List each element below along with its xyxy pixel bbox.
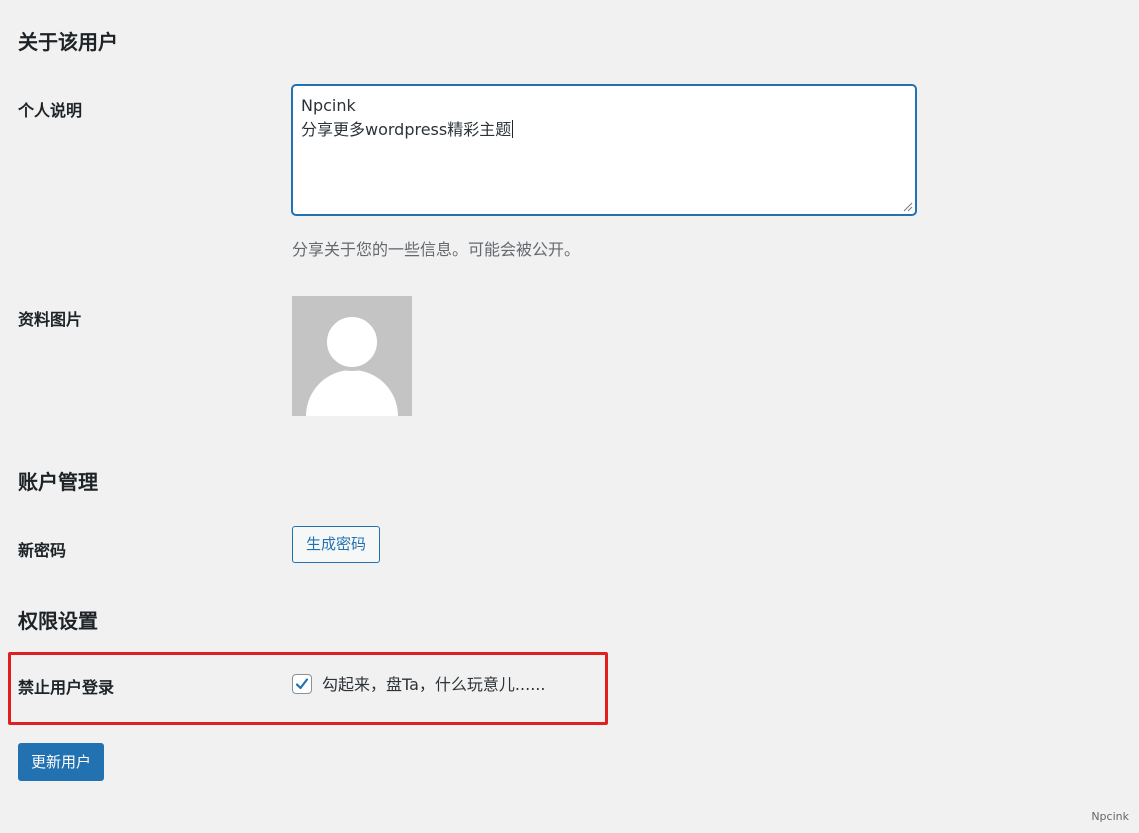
bio-label: 个人说明 — [18, 101, 83, 120]
default-avatar-icon — [292, 296, 412, 416]
update-user-button[interactable]: 更新用户 — [18, 743, 105, 781]
disable-login-label: 禁止用户登录 — [18, 678, 115, 697]
bio-line-2: 分享更多wordpress精彩主题 — [301, 120, 514, 139]
checkmark-icon — [295, 678, 309, 690]
bio-textarea[interactable]: Npcink 分享更多wordpress精彩主题 — [292, 85, 916, 215]
section-title-account: 账户管理 — [18, 470, 98, 494]
section-title-about: 关于该用户 — [18, 30, 118, 54]
watermark: Npcink — [1091, 810, 1129, 823]
disable-login-checkbox[interactable] — [292, 674, 312, 694]
text-caret — [512, 120, 514, 138]
password-label: 新密码 — [18, 541, 67, 560]
generate-password-button[interactable]: 生成密码 — [292, 526, 381, 563]
section-title-permissions: 权限设置 — [18, 609, 98, 633]
disable-login-checkbox-text[interactable]: 勾起来，盘Ta，什么玩意儿...... — [322, 674, 545, 696]
bio-description: 分享关于您的一些信息。可能会被公开。 — [292, 240, 581, 259]
avatar-label: 资料图片 — [18, 310, 83, 329]
resize-handle-icon[interactable] — [903, 202, 913, 212]
avatar — [292, 296, 412, 416]
bio-line-1: Npcink — [301, 96, 356, 115]
